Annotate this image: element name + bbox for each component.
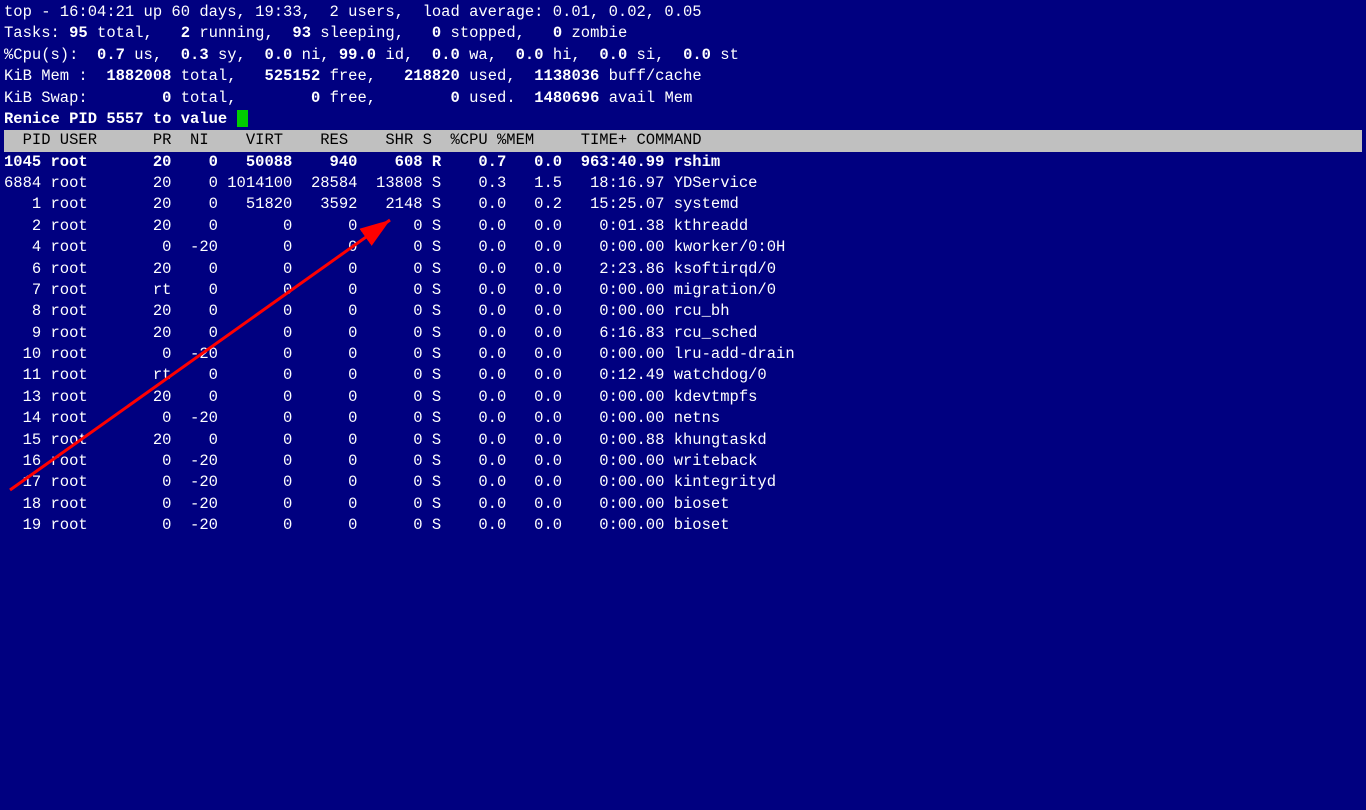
process-list: 1045 root 20 0 50088 940 608 R 0.7 0.0 9…	[4, 152, 1362, 537]
column-header: PID USER PR NI VIRT RES SHR S %CPU %MEM …	[4, 130, 1362, 151]
table-row: 17 root 0 -20 0 0 0 S 0.0 0.0 0:00.00 ki…	[4, 472, 1362, 493]
table-row: 6884 root 20 0 1014100 28584 13808 S 0.3…	[4, 173, 1362, 194]
header-line-4: KiB Mem : 1882008 total, 525152 free, 21…	[4, 66, 1362, 87]
table-row: 19 root 0 -20 0 0 0 S 0.0 0.0 0:00.00 bi…	[4, 515, 1362, 536]
table-row: 1 root 20 0 51820 3592 2148 S 0.0 0.2 15…	[4, 194, 1362, 215]
table-row: 18 root 0 -20 0 0 0 S 0.0 0.0 0:00.00 bi…	[4, 494, 1362, 515]
table-row: 2 root 20 0 0 0 0 S 0.0 0.0 0:01.38 kthr…	[4, 216, 1362, 237]
header-line-1: top - 16:04:21 up 60 days, 19:33, 2 user…	[4, 2, 1362, 23]
table-row: 15 root 20 0 0 0 0 S 0.0 0.0 0:00.88 khu…	[4, 430, 1362, 451]
header-line-2: Tasks: 95 total, 2 running, 93 sleeping,…	[4, 23, 1362, 44]
table-row: 13 root 20 0 0 0 0 S 0.0 0.0 0:00.00 kde…	[4, 387, 1362, 408]
table-row: 1045 root 20 0 50088 940 608 R 0.7 0.0 9…	[4, 152, 1362, 173]
terminal: top - 16:04:21 up 60 days, 19:33, 2 user…	[0, 0, 1366, 810]
table-row: 16 root 0 -20 0 0 0 S 0.0 0.0 0:00.00 wr…	[4, 451, 1362, 472]
table-row: 9 root 20 0 0 0 0 S 0.0 0.0 6:16.83 rcu_…	[4, 323, 1362, 344]
table-row: 4 root 0 -20 0 0 0 S 0.0 0.0 0:00.00 kwo…	[4, 237, 1362, 258]
header-line-5: KiB Swap: 0 total, 0 free, 0 used. 14806…	[4, 88, 1362, 109]
table-row: 10 root 0 -20 0 0 0 S 0.0 0.0 0:00.00 lr…	[4, 344, 1362, 365]
header-line-3: %Cpu(s): 0.7 us, 0.3 sy, 0.0 ni, 99.0 id…	[4, 45, 1362, 66]
table-row: 7 root rt 0 0 0 0 S 0.0 0.0 0:00.00 migr…	[4, 280, 1362, 301]
table-row: 14 root 0 -20 0 0 0 S 0.0 0.0 0:00.00 ne…	[4, 408, 1362, 429]
table-row: 6 root 20 0 0 0 0 S 0.0 0.0 2:23.86 ksof…	[4, 259, 1362, 280]
renice-line[interactable]: Renice PID 5557 to value	[4, 109, 1362, 130]
table-row: 8 root 20 0 0 0 0 S 0.0 0.0 0:00.00 rcu_…	[4, 301, 1362, 322]
table-row: 11 root rt 0 0 0 0 S 0.0 0.0 0:12.49 wat…	[4, 365, 1362, 386]
